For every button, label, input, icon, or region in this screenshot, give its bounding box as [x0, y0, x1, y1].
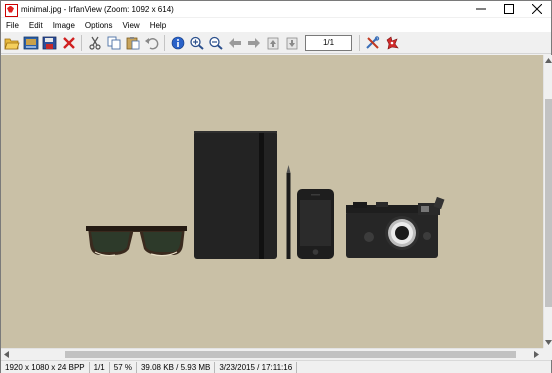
image-viewport[interactable]: [1, 55, 543, 348]
open-button[interactable]: [2, 33, 21, 52]
menu-help[interactable]: Help: [145, 21, 171, 30]
previous-icon: [228, 37, 241, 48]
scroll-down-arrow-icon[interactable]: [545, 338, 552, 346]
scroll-up-arrow-icon[interactable]: [545, 56, 552, 64]
menu-options[interactable]: Options: [80, 21, 118, 30]
previous-button[interactable]: [225, 33, 244, 52]
menu-bar: File Edit Image Options View Help: [1, 18, 551, 32]
irfanview-logo-icon: [386, 35, 399, 50]
zoom-out-icon: [208, 36, 223, 50]
copy-icon: [107, 36, 120, 49]
status-filesize: 39.08 KB / 5.93 MB: [137, 361, 216, 373]
app-window: minimal.jpg - IrfanView (Zoom: 1092 x 61…: [0, 0, 552, 373]
page-indicator: 1/1: [322, 38, 335, 47]
settings-button[interactable]: [363, 33, 382, 52]
status-datetime: 3/23/2015 / 17:11:16: [215, 361, 298, 373]
save-button[interactable]: [40, 33, 59, 52]
minimize-button[interactable]: [467, 1, 495, 17]
status-bar: 1920 x 1080 x 24 BPP 1/1 57 % 39.08 KB /…: [1, 360, 551, 373]
menu-view[interactable]: View: [118, 21, 145, 30]
undo-button[interactable]: [142, 33, 161, 52]
next-icon: [247, 37, 260, 48]
first-page-button[interactable]: [263, 33, 282, 52]
menu-image[interactable]: Image: [48, 21, 80, 30]
close-button[interactable]: [523, 1, 551, 17]
undo-icon: [144, 37, 158, 49]
scroll-right-arrow-icon[interactable]: [532, 350, 541, 359]
minimize-icon: [476, 8, 486, 10]
info-button[interactable]: [168, 33, 187, 52]
status-zoom: 57 %: [110, 361, 137, 373]
maximize-button[interactable]: [495, 1, 523, 17]
first-page-icon: [267, 37, 278, 49]
sunglasses-graphic: [86, 226, 187, 257]
paste-icon: [126, 36, 139, 49]
maximize-icon: [504, 4, 514, 14]
title-bar[interactable]: minimal.jpg - IrfanView (Zoom: 1092 x 61…: [1, 1, 551, 17]
next-button[interactable]: [244, 33, 263, 52]
zoom-in-icon: [189, 36, 204, 50]
scroll-left-arrow-icon[interactable]: [2, 350, 11, 359]
toolbar-separator: [164, 34, 165, 51]
displayed-image: [86, 131, 445, 259]
open-icon: [3, 38, 20, 49]
zoom-in-button[interactable]: [187, 33, 206, 52]
toolbar: 1/1: [1, 32, 551, 54]
delete-button[interactable]: [59, 33, 78, 52]
about-irfanview-button[interactable]: [382, 33, 401, 52]
cut-button[interactable]: [85, 33, 104, 52]
vertical-scroll-thumb[interactable]: [545, 99, 552, 307]
notebook-graphic: [194, 131, 277, 259]
save-icon: [42, 36, 56, 49]
horizontal-scrollbar[interactable]: [1, 348, 543, 360]
toolbar-separator: [359, 34, 360, 51]
menu-file[interactable]: File: [1, 21, 24, 30]
last-page-icon: [286, 37, 297, 49]
close-icon: [532, 4, 542, 14]
page-indicator-field[interactable]: 1/1: [305, 34, 352, 51]
pencil-graphic: [286, 165, 291, 259]
toolbar-separator: [81, 34, 82, 51]
status-page: 1/1: [90, 361, 110, 373]
irfanview-app-icon[interactable]: [5, 3, 18, 17]
copy-button[interactable]: [104, 33, 123, 52]
vertical-scrollbar[interactable]: [543, 55, 552, 348]
cut-icon: [88, 36, 101, 50]
settings-icon: [365, 35, 379, 49]
delete-icon: [62, 36, 75, 49]
paste-button[interactable]: [123, 33, 142, 52]
camera-graphic: [346, 196, 445, 258]
horizontal-scroll-thumb[interactable]: [65, 351, 516, 358]
info-icon: [171, 36, 184, 49]
slideshow-icon: [23, 36, 38, 49]
slideshow-button[interactable]: [21, 33, 40, 52]
window-title: minimal.jpg - IrfanView (Zoom: 1092 x 61…: [21, 4, 174, 14]
scrollbar-corner: [543, 348, 552, 360]
status-resolution: 1920 x 1080 x 24 BPP: [1, 361, 90, 373]
window-controls: [467, 1, 551, 17]
menu-edit[interactable]: Edit: [24, 21, 48, 30]
smartphone-graphic: [297, 189, 334, 259]
zoom-out-button[interactable]: [206, 33, 225, 52]
last-page-button[interactable]: [282, 33, 301, 52]
